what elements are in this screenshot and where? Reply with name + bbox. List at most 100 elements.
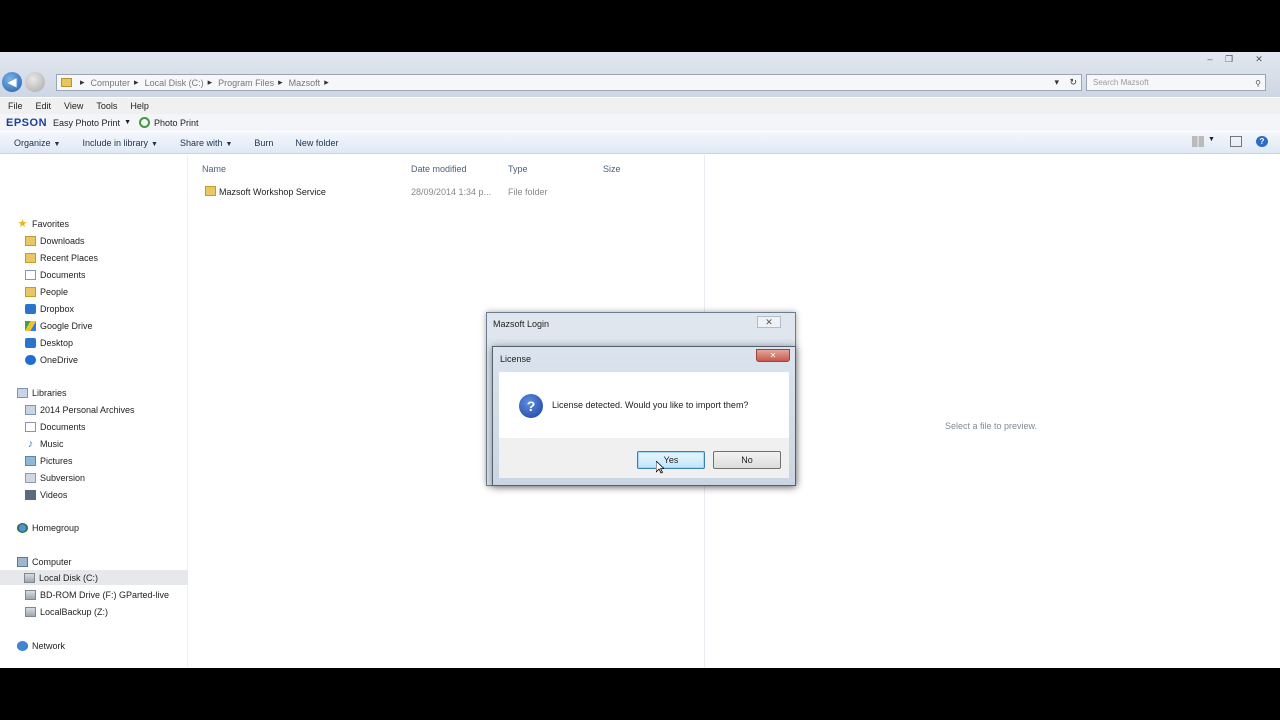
forward-button[interactable] — [25, 72, 45, 92]
license-message: License detected. Would you like to impo… — [552, 400, 749, 410]
chevron-right-icon: ▸ — [134, 77, 139, 87]
yes-button[interactable]: Yes — [637, 451, 705, 469]
nav-recent-places[interactable]: Recent Places — [25, 250, 98, 265]
file-row-date: 28/09/2014 1:34 p... — [411, 187, 492, 197]
recent-places-icon — [25, 252, 36, 263]
organize-button[interactable]: Organize ▼ — [14, 138, 60, 148]
nav-videos[interactable]: Videos — [25, 487, 67, 502]
share-with-button[interactable]: Share with ▼ — [180, 138, 232, 148]
homegroup-icon — [17, 522, 28, 533]
file-row-name[interactable]: Mazsoft Workshop Service — [219, 187, 326, 197]
license-dialog-footer: Yes No — [499, 438, 789, 478]
nav-pictures[interactable]: Pictures — [25, 453, 73, 468]
license-dialog-body: ? License detected. Would you like to im… — [499, 372, 789, 438]
nav-label: Pictures — [40, 455, 73, 466]
nav-desktop[interactable]: Desktop — [25, 335, 73, 350]
nav-label: BD-ROM Drive (F:) GParted-live — [40, 589, 170, 600]
chevron-down-icon[interactable]: ▼ — [1208, 136, 1216, 147]
menu-tools[interactable]: Tools — [96, 98, 117, 114]
nav-google-drive[interactable]: Google Drive — [25, 318, 93, 333]
mouse-cursor-icon — [656, 461, 664, 474]
login-close-button[interactable]: ✕ — [757, 316, 781, 328]
burn-button[interactable]: Burn — [254, 138, 273, 148]
nav-dropbox[interactable]: Dropbox — [25, 301, 74, 316]
epson-logo: EPSON — [6, 116, 48, 129]
column-header-type[interactable]: Type — [508, 164, 528, 174]
nav-label: Dropbox — [40, 303, 75, 314]
view-options-icon[interactable] — [1192, 136, 1204, 147]
minimize-button[interactable]: – — [1201, 54, 1219, 64]
pictures-icon — [25, 455, 36, 466]
nav-label: Videos — [40, 489, 68, 500]
include-in-library-button[interactable]: Include in library ▼ — [82, 138, 157, 148]
breadcrumb-program-files[interactable]: Program Files — [218, 78, 274, 88]
nav-label: Recent Places — [40, 252, 99, 263]
column-header-size[interactable]: Size — [603, 164, 621, 174]
breadcrumb-local-disk[interactable]: Local Disk (C:) — [145, 78, 204, 88]
nav-documents-fav[interactable]: Documents — [25, 267, 86, 282]
nav-onedrive[interactable]: OneDrive — [25, 352, 78, 367]
breadcrumb-computer[interactable]: Computer — [91, 78, 131, 88]
google-drive-icon — [25, 320, 36, 331]
star-icon: ★ — [17, 217, 28, 230]
nav-label: Network — [32, 640, 66, 651]
nav-homegroup[interactable]: Homegroup — [17, 520, 79, 535]
back-arrow-icon: ◀ — [7, 75, 17, 89]
videos-icon — [25, 489, 36, 500]
nav-local-disk[interactable]: Local Disk (C:) — [0, 570, 188, 585]
column-header-date[interactable]: Date modified — [411, 164, 467, 174]
new-folder-button[interactable]: New folder — [295, 138, 338, 148]
no-button[interactable]: No — [713, 451, 781, 469]
chevron-down-icon[interactable]: ▾ — [1054, 77, 1059, 88]
preview-placeholder: Select a file to preview. — [945, 421, 1038, 431]
nav-favorites[interactable]: ★ Favorites — [17, 216, 69, 231]
menu-file[interactable]: File — [8, 98, 23, 114]
network-icon — [17, 640, 28, 651]
preview-pane-icon[interactable] — [1230, 136, 1242, 147]
nav-libraries[interactable]: Libraries — [17, 385, 67, 400]
nav-subversion[interactable]: Subversion — [25, 470, 85, 485]
music-icon: ♪ — [27, 437, 34, 450]
nav-localbackup[interactable]: LocalBackup (Z:) — [25, 604, 108, 619]
menu-help[interactable]: Help — [130, 98, 149, 114]
nav-computer[interactable]: Computer — [17, 554, 72, 569]
license-dialog: License ✕ ? License detected. Would you … — [492, 346, 796, 486]
back-button[interactable]: ◀ — [2, 72, 22, 92]
refresh-icon[interactable]: ↻ — [1069, 77, 1077, 88]
photo-print-button[interactable]: Photo Print — [154, 118, 199, 128]
include-in-library-label: Include in library — [82, 137, 148, 148]
nav-music[interactable]: ♪ Music — [25, 436, 64, 451]
easy-photo-print-button[interactable]: Easy Photo Print — [53, 118, 120, 128]
nav-people[interactable]: People — [25, 284, 68, 299]
chevron-down-icon: ▼ — [151, 140, 158, 148]
breadcrumb-mazsoft[interactable]: Mazsoft — [289, 78, 321, 88]
nav-documents-lib[interactable]: Documents — [25, 419, 86, 434]
desktop-icon — [25, 337, 36, 348]
onedrive-icon — [25, 354, 36, 365]
nav-downloads[interactable]: Downloads — [25, 233, 85, 248]
people-folder-icon — [25, 286, 36, 297]
nav-network[interactable]: Network — [17, 638, 65, 653]
subversion-icon — [25, 472, 36, 483]
drive-icon — [24, 572, 35, 583]
chevron-right-icon: ▸ — [278, 77, 283, 87]
nav-2014-personal-archives[interactable]: 2014 Personal Archives — [25, 402, 135, 417]
photo-print-icon — [139, 117, 150, 128]
title-address-bar: – ❐ ✕ ◀ ▸ Computer ▸ Local Disk (C:) ▸ P… — [0, 52, 1280, 97]
menu-view[interactable]: View — [64, 98, 83, 114]
menu-bar: File Edit View Tools Help — [0, 98, 1280, 114]
menu-edit[interactable]: Edit — [36, 98, 52, 114]
maximize-button[interactable]: ❐ — [1220, 54, 1238, 64]
folder-icon — [205, 186, 216, 196]
close-window-button[interactable]: ✕ — [1250, 54, 1268, 64]
nav-label: OneDrive — [40, 354, 79, 365]
search-input[interactable]: Search Mazsoft ⚲ — [1086, 74, 1266, 91]
help-icon[interactable]: ? — [1256, 136, 1268, 147]
login-dialog-title: Mazsoft Login — [493, 319, 550, 329]
license-close-button[interactable]: ✕ — [756, 349, 790, 362]
chevron-down-icon[interactable]: ▼ — [124, 119, 131, 126]
libraries-icon — [17, 387, 28, 398]
nav-bd-rom-drive[interactable]: BD-ROM Drive (F:) GParted-live — [25, 587, 169, 602]
address-bar[interactable]: ▸ Computer ▸ Local Disk (C:) ▸ Program F… — [56, 74, 1082, 91]
column-header-name[interactable]: Name — [202, 164, 226, 174]
